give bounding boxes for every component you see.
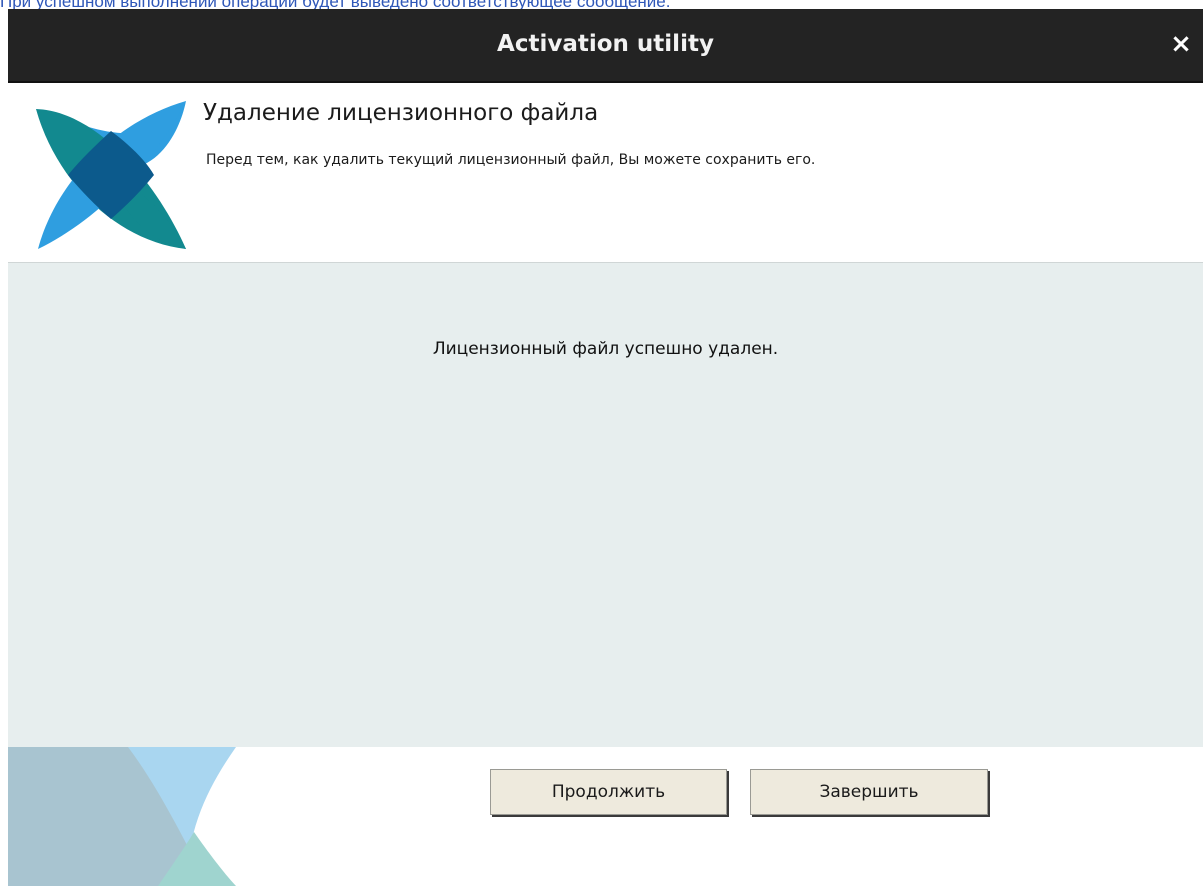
page-title: Удаление лицензионного файла [203, 100, 599, 126]
page-subtitle: Перед тем, как удалить текущий лицензион… [206, 152, 816, 168]
close-icon[interactable]: × [1167, 29, 1195, 59]
footer-decoration-icon [8, 747, 243, 886]
title-bar[interactable]: Activation utility × [8, 9, 1203, 83]
wizard-header: Удаление лицензионного файла Перед тем, … [8, 83, 1203, 263]
window-title: Activation utility [497, 31, 714, 57]
wizard-footer: Продолжить Завершить [8, 747, 1203, 886]
success-message: Лицензионный файл успешно удален. [432, 339, 779, 359]
activation-logo-icon [36, 101, 186, 249]
continue-button[interactable]: Продолжить [490, 769, 727, 815]
activation-utility-window: Activation utility × Удаление лицензионн… [8, 9, 1203, 886]
finish-button[interactable]: Завершить [750, 769, 988, 815]
content-area: Лицензионный файл успешно удален. [8, 263, 1203, 747]
